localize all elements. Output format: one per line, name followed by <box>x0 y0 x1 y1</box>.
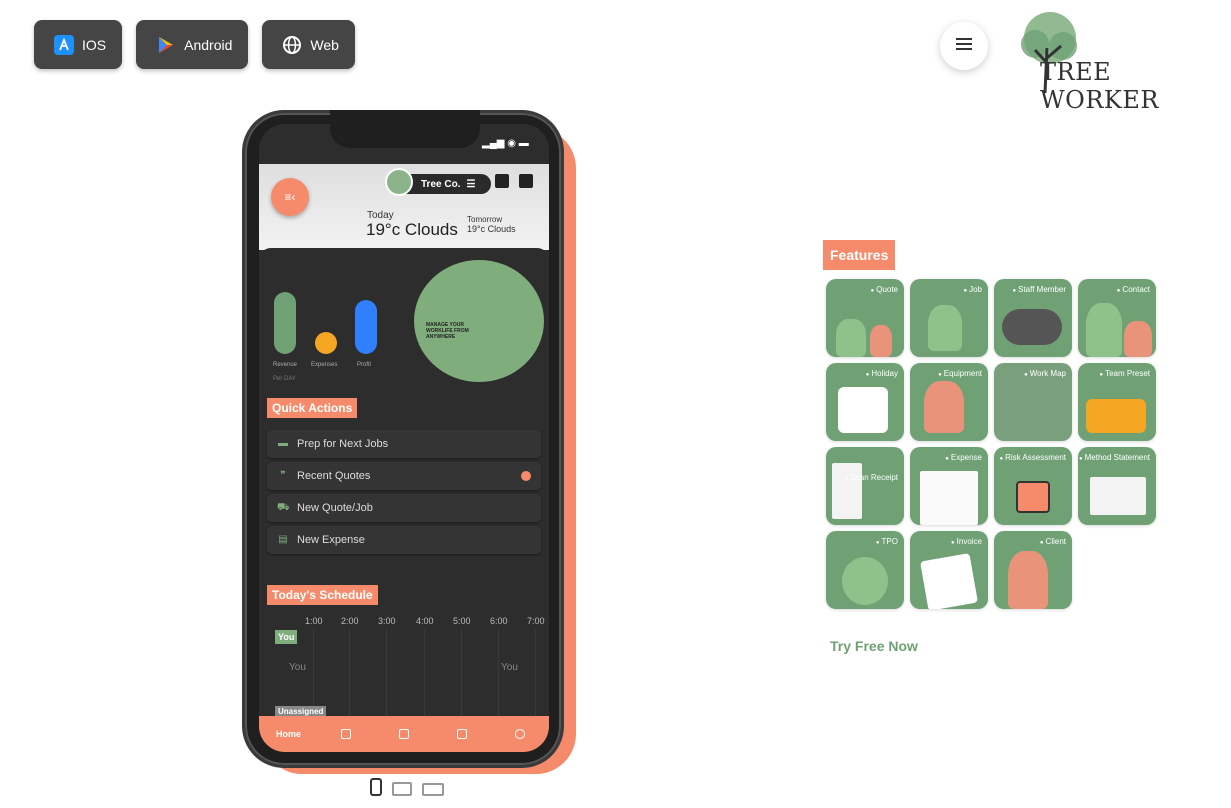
time-label: 3:00 <box>378 616 396 626</box>
tab-calendar[interactable] <box>392 729 416 739</box>
feature-invoice[interactable]: Invoice <box>910 531 988 609</box>
tab-settings[interactable] <box>508 729 532 739</box>
tab-documents[interactable] <box>450 729 474 739</box>
quick-action-label: Recent Quotes <box>297 470 371 482</box>
tab-map[interactable] <box>334 729 358 739</box>
weather-tomorrow-label: Tomorrow <box>467 215 503 224</box>
quick-actions-title: Quick Actions <box>267 398 358 418</box>
tab-home[interactable]: Home <box>276 729 301 739</box>
expenses-bar <box>315 332 337 354</box>
globe-icon <box>282 35 302 55</box>
hero-text: MANAGE YOUR WORKLIFE FROM ANYWHERE <box>426 322 469 340</box>
features-title: Features <box>823 240 896 270</box>
web-label: Web <box>310 36 339 53</box>
quote-icon: ❞ <box>280 470 286 481</box>
quick-action-label: New Quote/Job <box>297 502 373 514</box>
list-icon: ☰ <box>466 178 476 190</box>
play-store-icon <box>156 35 176 55</box>
quick-action-new-quote[interactable]: ⛟ New Quote/Job <box>267 494 541 522</box>
ios-button[interactable]: IOS <box>34 20 123 69</box>
try-free-link[interactable]: Try Free Now <box>830 638 918 654</box>
quick-action-prep[interactable]: ▬ Prep for Next Jobs <box>267 430 541 458</box>
menu-fab-icon[interactable]: ≡‹ <box>271 178 309 216</box>
tablet-view-icon[interactable] <box>392 782 412 796</box>
android-button[interactable]: Android <box>136 20 249 69</box>
schedule-title: Today's Schedule <box>267 585 378 605</box>
web-button[interactable]: Web <box>262 20 355 69</box>
schedule-gridline <box>535 629 536 719</box>
weather-tomorrow-value: 19°c Clouds <box>467 224 516 234</box>
feature-method-statement[interactable]: Method Statement <box>1078 447 1156 525</box>
revenue-label: Revenue <box>273 362 298 368</box>
profit-bar <box>355 300 377 354</box>
revenue-bar <box>274 292 296 354</box>
hero-illustration <box>414 260 544 382</box>
settings-icon <box>515 729 525 739</box>
time-label: 1:00 <box>305 616 323 626</box>
feature-client[interactable]: Client <box>994 531 1072 609</box>
page: IOS Android Web TREE WORKER ≡‹ Tree Co. … <box>0 0 1231 808</box>
count-badge <box>521 471 531 481</box>
phone-view-icon[interactable] <box>370 778 382 796</box>
platform-buttons: IOS Android Web <box>34 20 355 69</box>
schedule-gridline <box>386 629 387 719</box>
weather-today-value: 19°c Clouds <box>366 220 458 239</box>
chat-icon[interactable] <box>495 174 509 188</box>
feature-quote[interactable]: Quote <box>826 279 904 357</box>
quick-action-label: New Expense <box>297 534 365 546</box>
document-icon <box>457 729 467 739</box>
schedule-gridline <box>424 629 425 719</box>
time-label: 5:00 <box>453 616 471 626</box>
header-icons <box>495 174 533 188</box>
time-label: 4:00 <box>416 616 434 626</box>
feature-equipment[interactable]: Equipment <box>910 363 988 441</box>
feature-risk-assessment[interactable]: Risk Assessment <box>994 447 1072 525</box>
schedule-entry[interactable]: You <box>289 662 306 673</box>
ios-label: IOS <box>82 36 107 53</box>
status-bar-icons: ▂▄▆ ◉ ▬ <box>482 138 529 149</box>
time-label: 7:00 <box>527 616 545 626</box>
feature-job[interactable]: Job <box>910 279 988 357</box>
app-store-icon <box>54 34 74 55</box>
feature-holiday[interactable]: Holiday <box>826 363 904 441</box>
android-label: Android <box>184 36 233 53</box>
quick-action-recent-quotes[interactable]: ❞ Recent Quotes <box>267 462 541 490</box>
truck-icon: ▬ <box>278 438 288 449</box>
feature-expense[interactable]: Expense <box>910 447 988 525</box>
map-icon <box>341 729 351 739</box>
schedule-gridline <box>349 629 350 719</box>
feature-scan-receipt[interactable]: Scan Receipt <box>826 447 904 525</box>
device-switcher <box>370 778 444 796</box>
calendar-icon <box>399 729 409 739</box>
feature-team-preset[interactable]: Team Preset <box>1078 363 1156 441</box>
avatar[interactable] <box>385 168 413 196</box>
profit-label: Profit <box>357 362 372 368</box>
schedule-row-label: You <box>275 630 298 644</box>
quick-action-new-expense[interactable]: ▤ New Expense <box>267 526 541 554</box>
features-grid: Quote Job Staff Member Contact Holiday E… <box>826 279 1156 609</box>
schedule-gridline <box>461 629 462 719</box>
time-label: 6:00 <box>490 616 508 626</box>
phone-notch <box>330 110 480 148</box>
expenses-label: Expenses <box>311 362 338 368</box>
feature-contact[interactable]: Contact <box>1078 279 1156 357</box>
receipt-icon: ▤ <box>278 534 288 545</box>
laptop-view-icon[interactable] <box>422 783 444 796</box>
phone-screen: ≡‹ Tree Co. ☰ Today 19°c Clouds Tomorrow… <box>259 124 549 752</box>
car-icon: ⛟ <box>277 502 290 513</box>
period-label: Per DAY <box>273 376 296 382</box>
schedule-entry[interactable]: You <box>501 662 518 673</box>
menu-button[interactable] <box>940 22 988 70</box>
bug-icon[interactable] <box>519 174 533 188</box>
time-label: 2:00 <box>341 616 359 626</box>
feature-staff-member[interactable]: Staff Member <box>994 279 1072 357</box>
brand-logo-text: TREE WORKER <box>1040 58 1159 114</box>
feature-work-map[interactable]: Work Map <box>994 363 1072 441</box>
bottom-tab-bar: Home <box>259 716 549 752</box>
hamburger-icon <box>956 37 972 55</box>
schedule-gridline <box>498 629 499 719</box>
feature-tpo[interactable]: TPO <box>826 531 904 609</box>
company-name: Tree Co. <box>421 178 461 190</box>
quick-action-label: Prep for Next Jobs <box>297 438 389 450</box>
